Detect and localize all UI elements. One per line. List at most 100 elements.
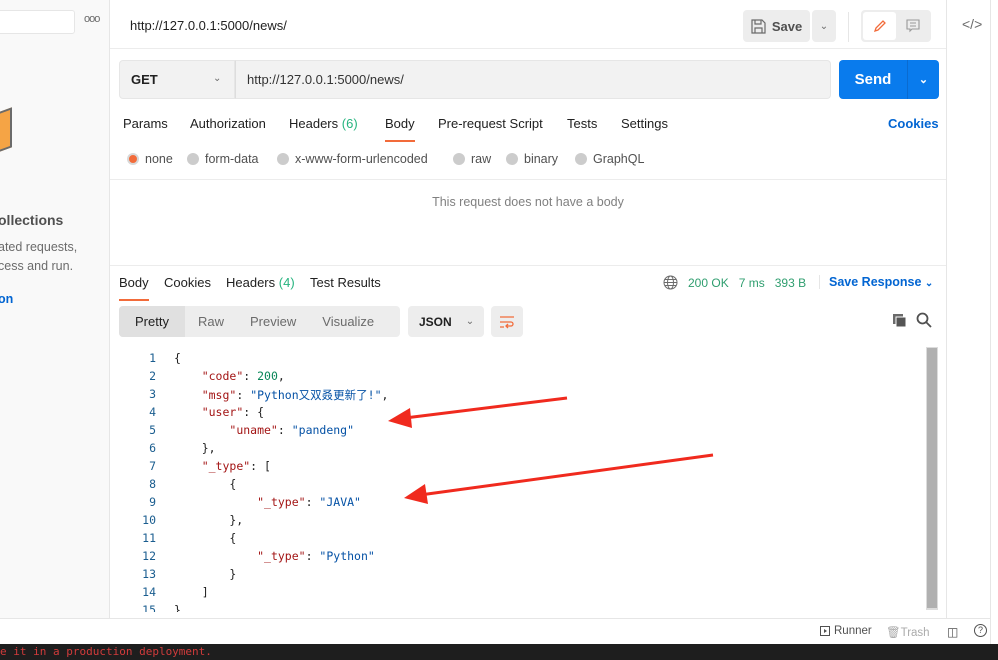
response-tab-test-results[interactable]: Test Results: [310, 275, 381, 290]
edit-mode-button[interactable]: [863, 12, 896, 40]
response-tab-headers[interactable]: Headers (4): [226, 275, 295, 290]
search-icon[interactable]: [916, 312, 932, 328]
url-input[interactable]: http://127.0.0.1:5000/news/: [235, 60, 831, 99]
radio-graphql[interactable]: GraphQL: [575, 152, 644, 166]
radio-raw[interactable]: raw: [453, 152, 491, 166]
mode-toggle: [861, 10, 931, 42]
chevron-down-icon: ⌄: [213, 73, 222, 84]
code-token: ,: [381, 388, 389, 402]
view-raw[interactable]: Raw: [185, 306, 237, 337]
view-preview[interactable]: Preview: [237, 306, 309, 337]
code-token: "_type": [257, 549, 306, 563]
save-response-button[interactable]: Save Response ⌄: [819, 275, 933, 289]
code-token: :: [305, 549, 320, 563]
code-token: "_type": [257, 495, 306, 509]
save-dropdown-button[interactable]: ⌄: [812, 10, 836, 42]
send-button[interactable]: Send ⌄: [839, 60, 939, 99]
tab-tests[interactable]: Tests: [567, 116, 597, 131]
send-label: Send: [854, 71, 892, 88]
response-meta: 200 OK 7 ms 393 B: [663, 275, 806, 290]
radio-binary[interactable]: binary: [506, 152, 558, 166]
more-options-icon[interactable]: ooo: [84, 13, 100, 25]
response-time[interactable]: 7 ms: [739, 276, 765, 290]
view-mode-tabs: Pretty Raw Preview Visualize: [119, 306, 400, 337]
code-line: "code": 200,: [174, 369, 285, 383]
format-select[interactable]: JSON ⌄: [408, 306, 484, 337]
pencil-icon: [873, 20, 886, 33]
right-sidebar: [946, 0, 990, 618]
runner-button[interactable]: Runner: [820, 625, 872, 637]
save-label: Save: [771, 18, 803, 34]
runner-icon: [820, 626, 830, 636]
code-line: }: [174, 567, 236, 581]
no-body-message: This request does not have a body: [432, 195, 624, 209]
sidebar: ooo ollections ated requests, cess and r…: [0, 0, 110, 618]
code-line: "user": {: [174, 405, 264, 419]
comments-mode-button[interactable]: [896, 12, 929, 40]
help-icon[interactable]: ?: [974, 624, 987, 637]
wrap-lines-button[interactable]: [491, 306, 523, 337]
code-token: : [: [250, 459, 271, 473]
cookies-link[interactable]: Cookies: [888, 116, 939, 131]
tab-params[interactable]: Params: [123, 116, 168, 131]
response-size[interactable]: 393 B: [775, 276, 806, 290]
view-visualize[interactable]: Visualize: [309, 306, 387, 337]
response-body-editor[interactable]: 1 {2 "code": 200, 3 "msg": "Python又双叒更新了!"…: [110, 346, 946, 612]
radio-none[interactable]: none: [127, 152, 173, 166]
code-token: "JAVA": [319, 495, 361, 509]
code-line: "_type": [: [174, 459, 271, 473]
code-token: {: [174, 351, 181, 365]
radio-icon: [453, 153, 465, 165]
comment-icon: [905, 19, 920, 33]
sidebar-search-input[interactable]: [0, 10, 75, 34]
two-pane-layout-icon[interactable]: ◫: [947, 625, 958, 639]
radio-selected-icon: [127, 153, 139, 165]
code-token: "Python又双叒更新了!": [250, 388, 382, 402]
code-line: }: [174, 603, 181, 612]
save-button[interactable]: Save: [743, 10, 810, 42]
empty-state-description: ated requests, cess and run.: [0, 240, 78, 273]
create-collection-link[interactable]: on: [0, 292, 13, 306]
code-line: {: [174, 531, 236, 545]
radio-x-www-form-urlencoded[interactable]: x-www-form-urlencoded: [277, 152, 428, 166]
line-number: 5: [149, 423, 156, 437]
send-dropdown-chevron-icon[interactable]: ⌄: [907, 60, 939, 99]
code-snippet-icon[interactable]: </>: [962, 16, 982, 32]
terminal-output: e it in a production deployment.: [0, 644, 998, 660]
code-token: }: [174, 567, 237, 581]
chevron-down-icon: ⌄: [924, 278, 934, 289]
tab-body[interactable]: Body: [385, 116, 415, 142]
globe-icon[interactable]: [663, 275, 678, 290]
tab-settings[interactable]: Settings: [621, 116, 668, 131]
line-number: 8: [149, 477, 156, 491]
code-token: 200: [257, 369, 278, 383]
tab-pre-request-script[interactable]: Pre-request Script: [438, 116, 543, 131]
code-line: ]: [174, 585, 209, 599]
response-tab-cookies[interactable]: Cookies: [164, 275, 211, 290]
code-token: :: [236, 388, 251, 402]
code-line: "_type": "Python": [174, 549, 375, 563]
status-code[interactable]: 200 OK: [688, 276, 729, 290]
code-token: ,: [277, 369, 285, 383]
copy-icon[interactable]: [892, 313, 907, 328]
code-token: "uname": [229, 423, 278, 437]
response-tab-body[interactable]: Body: [119, 275, 149, 301]
request-title[interactable]: http://127.0.0.1:5000/news/: [130, 18, 287, 33]
view-pretty[interactable]: Pretty: [119, 306, 185, 337]
tab-authorization[interactable]: Authorization: [190, 116, 266, 131]
line-number: 6: [149, 441, 156, 455]
scrollbar-thumb[interactable]: [927, 348, 937, 608]
line-number: 9: [149, 495, 156, 509]
save-icon: [751, 18, 766, 34]
radio-icon: [575, 153, 587, 165]
code-token: "user": [201, 405, 244, 419]
radio-form-data[interactable]: form-data: [187, 152, 259, 166]
trash-button[interactable]: 🗑Trash: [886, 625, 930, 639]
code-token: : {: [243, 405, 265, 419]
code-token: :: [243, 369, 258, 383]
code-line: "msg": "Python又双叒更新了!",: [174, 387, 389, 403]
tab-headers[interactable]: Headers (6): [289, 116, 358, 131]
